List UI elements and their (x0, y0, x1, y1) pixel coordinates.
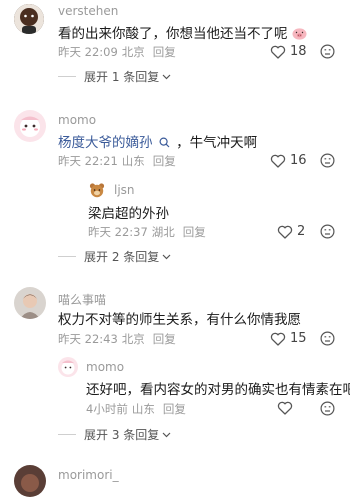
dislike-face-icon[interactable] (320, 224, 335, 239)
search-icon (159, 136, 170, 152)
expand-divider (58, 434, 76, 435)
avatar-image (14, 287, 46, 319)
reply-text: 梁启超的外孙 (88, 206, 169, 222)
avatar-image (88, 181, 106, 199)
avatar-ljsn[interactable] (88, 181, 106, 199)
chevron-down-icon (162, 254, 171, 260)
like-count: 15 (290, 331, 307, 346)
comment-text-body: ，牛气冲天啊 (176, 135, 258, 151)
comment-meta: 昨天 22:09 北京 回复 (58, 44, 176, 60)
comment-meta: 昨天 22:21 山东 回复 (58, 153, 176, 169)
reply-username[interactable]: momo (86, 360, 124, 374)
avatar-image (14, 110, 46, 142)
avatar-image (58, 357, 78, 377)
comment-text: 杨度大爷的嫡孙 ，牛气冲天啊 (58, 131, 257, 152)
comment-time: 昨天 22:43 (58, 332, 118, 346)
avatar-image (14, 4, 44, 34)
like-count: 16 (290, 153, 307, 168)
reply-button[interactable]: 回复 (153, 332, 176, 346)
comment-time: 昨天 22:21 (58, 154, 118, 168)
comment-text-body: 看的出来你酸了，你想当他还当不了呢 (58, 26, 288, 42)
dislike-face-icon[interactable] (320, 44, 335, 59)
heart-icon (270, 154, 286, 168)
comment-location: 北京 (121, 332, 145, 346)
avatar-momo[interactable] (14, 110, 46, 142)
comment-username[interactable]: verstehen (58, 4, 118, 18)
reply-time: 4小时前 (86, 402, 128, 416)
like-button[interactable] (277, 401, 297, 415)
expand-label: 展开 2 条回复 (84, 250, 160, 264)
reply-button[interactable]: 回复 (153, 154, 176, 168)
chevron-down-icon (162, 432, 171, 438)
reply-button[interactable]: 回复 (183, 225, 206, 239)
like-button[interactable]: 15 (270, 331, 307, 346)
avatar-morimori[interactable] (14, 465, 46, 497)
like-count: 2 (297, 224, 306, 239)
like-button[interactable]: 16 (270, 153, 307, 168)
like-button[interactable]: 2 (277, 224, 305, 239)
comment-location: 山东 (121, 154, 145, 168)
reply-location: 山东 (131, 402, 155, 416)
comment-time: 昨天 22:09 (58, 45, 118, 59)
comment-meta: 昨天 22:43 北京 回复 (58, 331, 176, 347)
heart-icon (277, 401, 293, 415)
comment-username[interactable]: 喵么事喵 (58, 291, 106, 308)
heart-icon (277, 225, 293, 239)
reply-location: 湖北 (151, 225, 175, 239)
reply-time: 昨天 22:37 (88, 225, 148, 239)
avatar-miao[interactable] (14, 287, 46, 319)
mention-link[interactable]: 杨度大爷的嫡孙 (58, 135, 153, 151)
avatar-verstehen[interactable] (14, 4, 44, 34)
dislike-face-icon[interactable] (320, 401, 335, 416)
expand-replies-button[interactable]: 展开 3 条回复 (58, 426, 171, 443)
chevron-down-icon (162, 74, 171, 80)
reply-meta: 4小时前 山东 回复 (86, 401, 186, 417)
reply-text: 还好吧，看内容女的对男的确实也有情素在吧 (86, 382, 350, 398)
heart-icon (270, 45, 286, 59)
expand-divider (58, 76, 76, 77)
pig-emoji-icon (292, 27, 307, 44)
comment-username[interactable]: momo (58, 113, 96, 127)
expand-divider (58, 256, 76, 257)
comment-location: 北京 (121, 45, 145, 59)
comment-text: 看的出来你酸了，你想当他还当不了呢 (58, 22, 307, 44)
like-button[interactable]: 18 (270, 44, 307, 59)
heart-icon (270, 332, 286, 346)
reply-button[interactable]: 回复 (163, 402, 186, 416)
expand-label: 展开 3 条回复 (84, 428, 160, 442)
like-count: 18 (290, 44, 307, 59)
comment-text: 权力不对等的师生关系，有什么你情我愿 (58, 312, 301, 328)
expand-replies-button[interactable]: 展开 1 条回复 (58, 68, 171, 85)
reply-button[interactable]: 回复 (153, 45, 176, 59)
reply-meta: 昨天 22:37 湖北 回复 (88, 224, 206, 240)
avatar-momo[interactable] (58, 357, 78, 377)
expand-label: 展开 1 条回复 (84, 70, 160, 84)
dislike-face-icon[interactable] (320, 331, 335, 346)
reply-username[interactable]: ljsn (114, 183, 135, 197)
dislike-face-icon[interactable] (320, 153, 335, 168)
expand-replies-button[interactable]: 展开 2 条回复 (58, 248, 171, 265)
avatar-image (14, 465, 46, 497)
